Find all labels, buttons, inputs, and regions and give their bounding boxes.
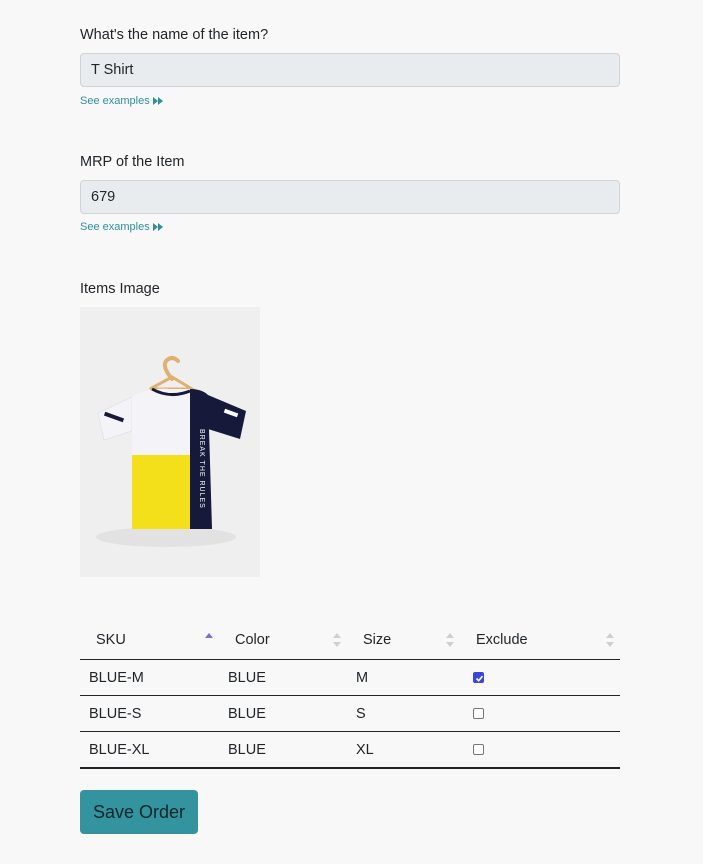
- name-label: What's the name of the item?: [80, 27, 269, 43]
- sku-cell: BLUE-M: [80, 659, 219, 696]
- see-examples-link-name[interactable]: See examples: [80, 95, 163, 107]
- sku-cell: BLUE-S: [80, 695, 219, 732]
- exclude-cell: [460, 731, 620, 769]
- exclude-checkbox[interactable]: [473, 707, 484, 719]
- size-cell: XL: [347, 731, 460, 769]
- column-header-sku[interactable]: SKU: [80, 620, 219, 660]
- size-cell: S: [347, 695, 460, 732]
- mrp-label: MRP of the Item: [80, 154, 185, 170]
- column-header-color[interactable]: Color: [219, 620, 347, 660]
- sort-icon: [333, 633, 341, 647]
- color-cell: BLUE: [219, 731, 347, 769]
- check-icon: [475, 675, 484, 682]
- column-header-size[interactable]: Size: [347, 620, 460, 660]
- name-input[interactable]: T Shirt: [80, 53, 620, 87]
- see-examples-label: See examples: [80, 221, 150, 233]
- column-header-label: SKU: [96, 631, 126, 648]
- sort-icon: [606, 633, 614, 647]
- column-header-label: Color: [235, 631, 270, 648]
- variants-table: SKU Color Size Exclude BLUE-M BLUE M BLU…: [80, 620, 620, 769]
- color-cell: BLUE: [219, 695, 347, 732]
- exclude-cell: [460, 659, 620, 696]
- sort-ascending-icon: [205, 633, 213, 638]
- table-row: BLUE-M BLUE M: [80, 659, 620, 696]
- mrp-input[interactable]: 679: [80, 180, 620, 214]
- shirt-print-text: BREAK THE RULES: [198, 429, 205, 509]
- table-row: BLUE-XL BLUE XL: [80, 731, 620, 769]
- fast-forward-icon: [152, 223, 163, 231]
- fast-forward-icon: [152, 97, 163, 105]
- column-header-exclude[interactable]: Exclude: [460, 620, 620, 660]
- sort-icon: [446, 633, 454, 647]
- size-cell: M: [347, 659, 460, 696]
- exclude-checkbox[interactable]: [473, 671, 484, 683]
- image-label: Items Image: [80, 281, 160, 297]
- save-order-button[interactable]: Save Order: [80, 790, 198, 834]
- table-row: BLUE-S BLUE S: [80, 695, 620, 732]
- see-examples-link-mrp[interactable]: See examples: [80, 221, 163, 233]
- color-cell: BLUE: [219, 659, 347, 696]
- table-header-row: SKU Color Size Exclude: [80, 620, 620, 660]
- tshirt-image: BREAK THE RULES: [96, 356, 246, 547]
- sku-cell: BLUE-XL: [80, 731, 219, 769]
- exclude-cell: [460, 695, 620, 732]
- column-header-label: Size: [363, 631, 392, 648]
- item-image: BREAK THE RULES: [80, 307, 260, 577]
- column-header-label: Exclude: [476, 631, 528, 648]
- exclude-checkbox[interactable]: [473, 743, 484, 755]
- see-examples-label: See examples: [80, 95, 150, 107]
